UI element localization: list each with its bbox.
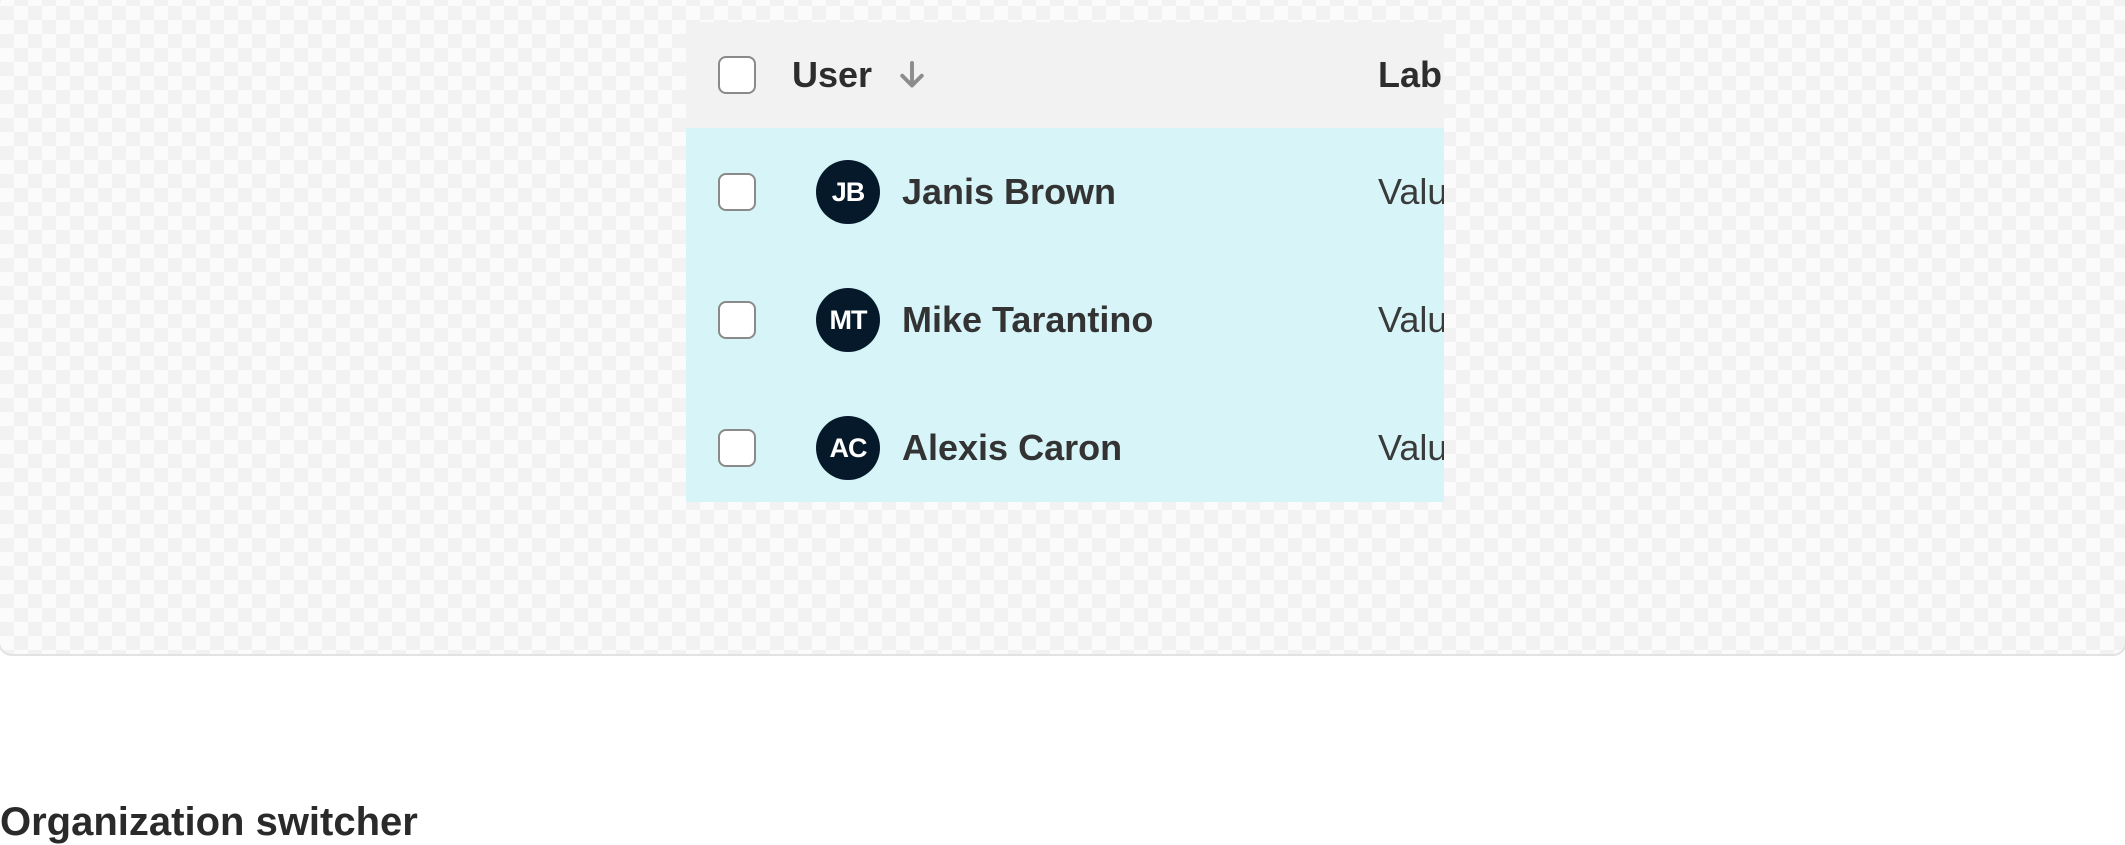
user-name: Janis Brown: [902, 171, 1117, 212]
column-header-user[interactable]: User: [792, 54, 930, 96]
column-header-label[interactable]: Lab: [1378, 54, 1442, 96]
select-all-checkbox[interactable]: [718, 56, 756, 94]
avatar: JB: [816, 160, 880, 224]
table-row[interactable]: AC Alexis Caron Valu: [686, 384, 1444, 502]
row-checkbox[interactable]: [718, 301, 756, 339]
user-name: Mike Tarantino: [902, 299, 1154, 340]
data-table-inner: User Lab JB Janis Brown Valu MT Mike Tar…: [686, 22, 1444, 502]
user-name: Alexis Caron: [902, 427, 1123, 468]
row-value: Valu: [1378, 171, 1444, 212]
avatar: AC: [816, 416, 880, 480]
avatar: MT: [816, 288, 880, 352]
row-checkbox[interactable]: [718, 173, 756, 211]
row-checkbox[interactable]: [718, 429, 756, 467]
data-table: User Lab JB Janis Brown Valu MT Mike Tar…: [686, 22, 1444, 502]
row-value: Valu: [1378, 299, 1444, 340]
row-value: Valu: [1378, 427, 1444, 468]
column-header-user-label: User: [792, 54, 873, 95]
table-header-row: User Lab: [686, 22, 1444, 128]
table-row[interactable]: JB Janis Brown Valu: [686, 128, 1444, 256]
arrow-down-icon[interactable]: [894, 57, 930, 93]
component-preview-frame: User Lab JB Janis Brown Valu MT Mike Tar…: [0, 0, 2125, 656]
section-title: Organization switcher: [0, 800, 418, 844]
table-row[interactable]: MT Mike Tarantino Valu: [686, 256, 1444, 384]
